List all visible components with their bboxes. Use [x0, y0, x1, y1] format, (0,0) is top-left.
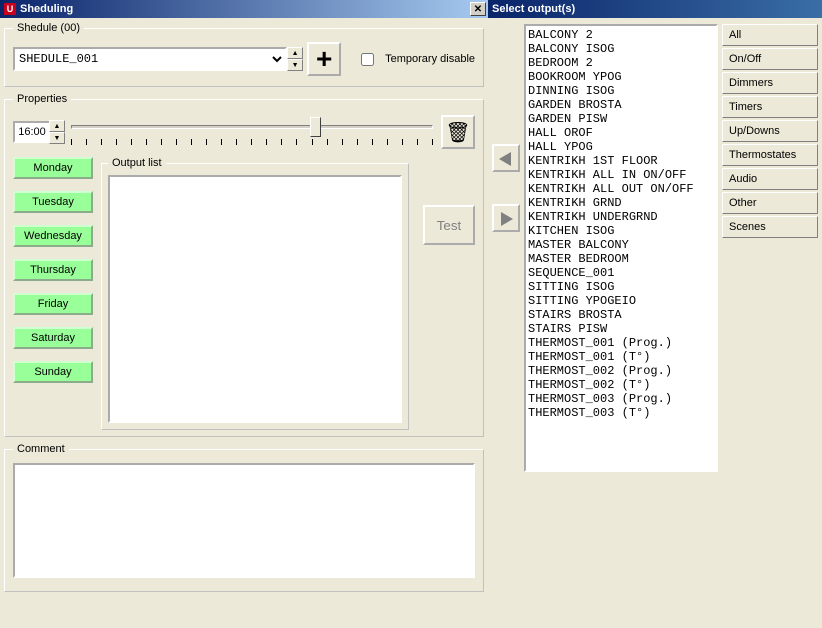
list-item[interactable]: KENTRIKH UNDERGRND	[528, 210, 714, 224]
list-item[interactable]: THERMOST_002 (T°)	[528, 378, 714, 392]
list-item[interactable]: BALCONY 2	[528, 28, 714, 42]
shedule-spin-down[interactable]: ▼	[287, 59, 303, 71]
sheduling-window: U Sheduling ✕ Shedule (00) SHEDULE_001 ▲…	[0, 0, 488, 628]
window-title-right: Select output(s)	[492, 3, 575, 15]
list-item[interactable]: SEQUENCE_001	[528, 266, 714, 280]
days-column: Monday Tuesday Wednesday Thursday Friday Satu…	[13, 157, 93, 430]
time-field[interactable]	[15, 125, 49, 139]
delete-button[interactable]: 🗑	[441, 115, 475, 149]
day-button-friday[interactable]: Friday	[13, 293, 93, 315]
list-item[interactable]: KENTRIKH 1ST FLOOR	[528, 154, 714, 168]
window-title: Sheduling	[20, 3, 73, 15]
list-item[interactable]: KITCHEN ISOG	[528, 224, 714, 238]
time-slider[interactable]	[71, 115, 433, 151]
filter-other[interactable]: Other	[722, 192, 818, 214]
shedule-combo-wrap: SHEDULE_001 ▲ ▼	[13, 47, 303, 71]
filter-scenes[interactable]: Scenes	[722, 216, 818, 238]
day-button-monday[interactable]: Monday	[13, 157, 93, 179]
properties-group: Properties ▲ ▼ 🗑	[4, 93, 484, 437]
comment-group: Comment	[4, 443, 484, 592]
add-shedule-button[interactable]: +	[307, 42, 341, 76]
move-left-button[interactable]	[492, 144, 520, 172]
list-item[interactable]: THERMOST_001 (T°)	[528, 350, 714, 364]
day-button-thursday[interactable]: Thursday	[13, 259, 93, 281]
list-item[interactable]: STAIRS PISW	[528, 322, 714, 336]
list-item[interactable]: STAIRS BROSTA	[528, 308, 714, 322]
trash-icon: 🗑	[445, 120, 470, 145]
time-spin-up[interactable]: ▲	[49, 120, 65, 132]
filter-column: AllOn/OffDimmersTimersUp/DownsThermostat…	[722, 24, 818, 240]
temp-disable-checkbox[interactable]	[361, 53, 374, 66]
time-field-wrap: ▲ ▼	[13, 121, 63, 143]
filter-timers[interactable]: Timers	[722, 96, 818, 118]
list-item[interactable]: SITTING ISOG	[528, 280, 714, 294]
app-icon: U	[4, 3, 16, 15]
list-item[interactable]: BOOKROOM YPOG	[528, 70, 714, 84]
list-item[interactable]: KENTRIKH GRND	[528, 196, 714, 210]
list-item[interactable]: THERMOST_002 (Prog.)	[528, 364, 714, 378]
list-item[interactable]: HALL YPOG	[528, 140, 714, 154]
day-button-tuesday[interactable]: Tuesday	[13, 191, 93, 213]
move-right-button[interactable]	[492, 204, 520, 232]
filter-up-downs[interactable]: Up/Downs	[722, 120, 818, 142]
list-item[interactable]: GARDEN PISW	[528, 112, 714, 126]
day-button-wednesday[interactable]: Wednesday	[13, 225, 93, 247]
shedule-group: Shedule (00) SHEDULE_001 ▲ ▼ + Temporary…	[4, 22, 484, 87]
output-listbox[interactable]	[108, 175, 402, 423]
list-item[interactable]: THERMOST_003 (T°)	[528, 406, 714, 420]
output-list-label: Output list	[108, 157, 166, 169]
list-item[interactable]: HALL OROF	[528, 126, 714, 140]
shedule-spin-up[interactable]: ▲	[287, 47, 303, 59]
list-item[interactable]: BALCONY ISOG	[528, 42, 714, 56]
comment-group-label: Comment	[13, 443, 69, 455]
filter-all[interactable]: All	[722, 24, 818, 46]
list-item[interactable]: GARDEN BROSTA	[528, 98, 714, 112]
panel-body: Shedule (00) SHEDULE_001 ▲ ▼ + Temporary…	[0, 18, 488, 628]
list-item[interactable]: KENTRIKH ALL IN ON/OFF	[528, 168, 714, 182]
list-item[interactable]: THERMOST_001 (Prog.)	[528, 336, 714, 350]
list-item[interactable]: SITTING YPOGEIO	[528, 294, 714, 308]
list-item[interactable]: KENTRIKH ALL OUT ON/OFF	[528, 182, 714, 196]
shedule-combo[interactable]: SHEDULE_001	[13, 47, 287, 71]
output-list-group: Output list	[101, 157, 409, 430]
title-bar-right: Select output(s)	[488, 0, 822, 18]
filter-dimmers[interactable]: Dimmers	[722, 72, 818, 94]
comment-field[interactable]	[13, 463, 475, 578]
day-button-sunday[interactable]: Sunday	[13, 361, 93, 383]
filter-on-off[interactable]: On/Off	[722, 48, 818, 70]
filter-audio[interactable]: Audio	[722, 168, 818, 190]
title-bar: U Sheduling ✕	[0, 0, 488, 18]
temp-disable-label: Temporary disable	[385, 53, 475, 65]
close-button[interactable]: ✕	[470, 2, 486, 16]
select-outputs-window: Select output(s) BALCONY 2BALCONY ISOGBE…	[488, 0, 822, 628]
day-button-saturday[interactable]: Saturday	[13, 327, 93, 349]
shedule-group-label: Shedule (00)	[13, 22, 84, 34]
test-button[interactable]: Test	[423, 205, 475, 245]
properties-group-label: Properties	[13, 93, 71, 105]
list-item[interactable]: THERMOST_003 (Prog.)	[528, 392, 714, 406]
list-item[interactable]: DINNING ISOG	[528, 84, 714, 98]
outputs-listbox[interactable]: BALCONY 2BALCONY ISOGBEDROOM 2BOOKROOM Y…	[524, 24, 718, 472]
list-item[interactable]: MASTER BEDROOM	[528, 252, 714, 266]
filter-thermostates[interactable]: Thermostates	[722, 144, 818, 166]
list-item[interactable]: BEDROOM 2	[528, 56, 714, 70]
time-spin-down[interactable]: ▼	[49, 132, 65, 144]
list-item[interactable]: MASTER BALCONY	[528, 238, 714, 252]
